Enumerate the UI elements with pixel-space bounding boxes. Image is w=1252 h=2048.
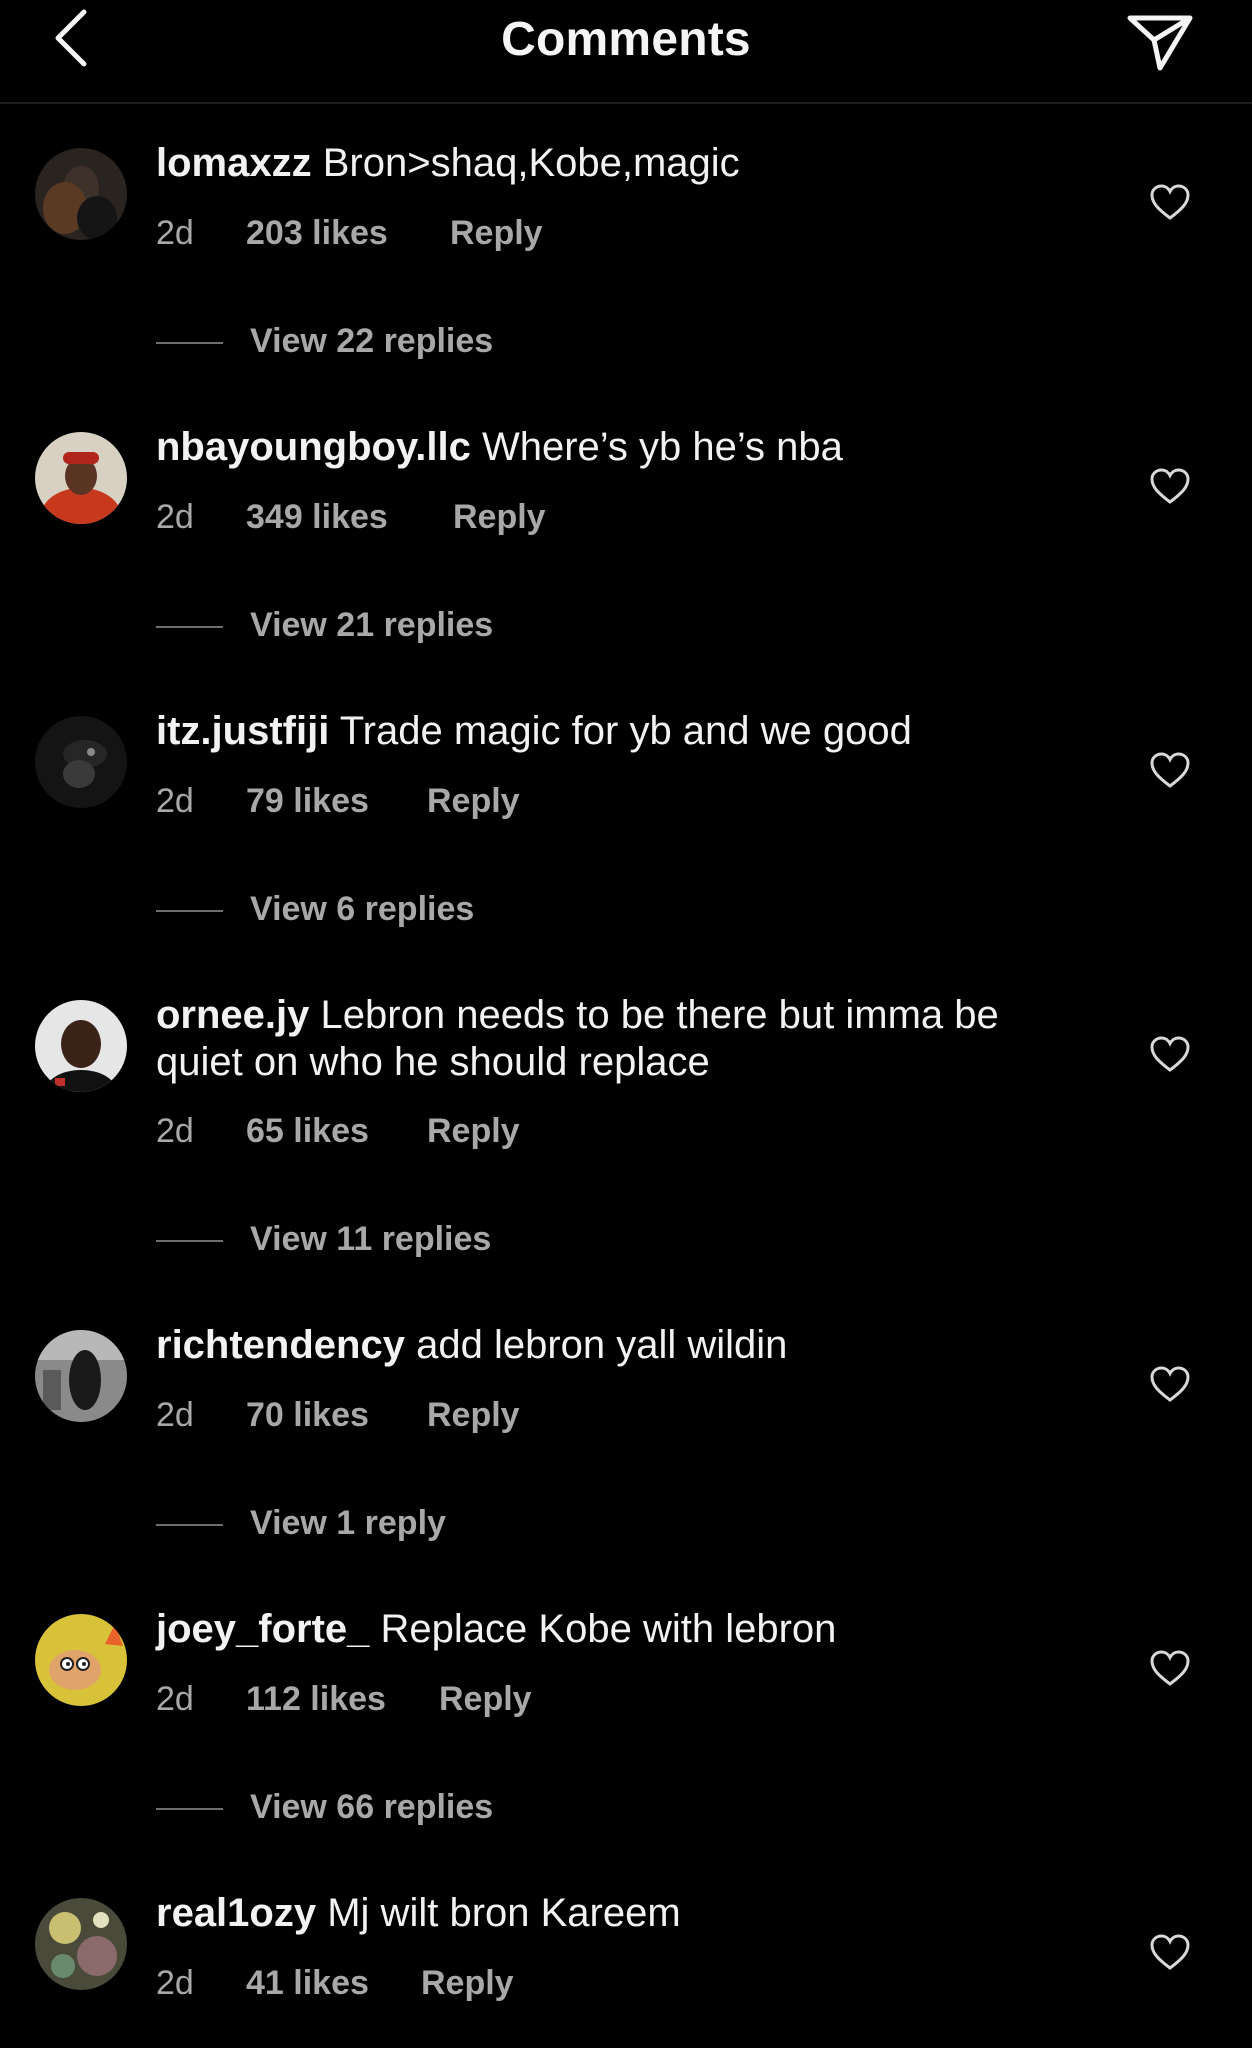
replies-divider (156, 626, 223, 628)
heart-icon[interactable] (1148, 1364, 1192, 1404)
comment-text: lomaxzz Bron>shaq,Kobe,magic (156, 140, 1056, 187)
view-replies-label: View 21 replies (250, 606, 494, 644)
comment-username[interactable]: itz.justfiji (156, 709, 329, 753)
comment-text: itz.justfiji Trade magic for yb and we g… (156, 708, 1056, 755)
share-button[interactable] (1126, 10, 1194, 74)
likes-count[interactable]: 41 likes (246, 1964, 369, 2003)
avatar[interactable] (35, 1898, 127, 1990)
comment-item: nbayoungboy.llc Where’s yb he’s nba 2d 3… (0, 425, 1252, 716)
comment-item: joey_forte_ Replace Kobe with lebron 2d … (0, 1607, 1252, 1898)
comment-body: Mj wilt bron Kareem (327, 1891, 681, 1935)
comment-username[interactable]: ornee.jy (156, 993, 309, 1037)
heart-icon[interactable] (1148, 1034, 1192, 1074)
likes-count[interactable]: 70 likes (246, 1396, 369, 1435)
view-replies-label: View 6 replies (250, 890, 475, 928)
comment-text: nbayoungboy.llc Where’s yb he’s nba (156, 424, 1056, 471)
comment-username[interactable]: nbayoungboy.llc (156, 425, 471, 469)
comment-body: Bron>shaq,Kobe,magic (322, 141, 740, 185)
comment-username[interactable]: real1ozy (156, 1891, 316, 1935)
avatar[interactable] (35, 716, 127, 808)
comment-time: 2d (156, 214, 194, 252)
reply-button[interactable]: Reply (453, 498, 546, 537)
header-bar: Comments (0, 0, 1252, 104)
replies-divider (156, 1240, 223, 1242)
comment-time: 2d (156, 1680, 194, 1718)
comment-username[interactable]: richtendency (156, 1323, 405, 1367)
view-replies-label: View 1 reply (250, 1504, 446, 1542)
comment-item: lomaxzz Bron>shaq,Kobe,magic 2d 203 like… (0, 141, 1252, 432)
replies-divider (156, 910, 223, 912)
likes-count[interactable]: 112 likes (246, 1680, 386, 1719)
view-replies-label: View 11 replies (250, 1220, 492, 1258)
avatar[interactable] (35, 148, 127, 240)
heart-icon[interactable] (1148, 466, 1192, 506)
likes-count[interactable]: 65 likes (246, 1112, 369, 1151)
heart-icon[interactable] (1148, 1648, 1192, 1688)
avatar[interactable] (35, 1330, 127, 1422)
comment-item: richtendency add lebron yall wildin 2d 7… (0, 1323, 1252, 1614)
comment-time: 2d (156, 1396, 194, 1434)
comment-text: real1ozy Mj wilt bron Kareem (156, 1890, 1056, 1937)
comment-username[interactable]: lomaxzz (156, 141, 312, 185)
comment-time: 2d (156, 782, 194, 820)
likes-count[interactable]: 79 likes (246, 782, 369, 821)
comment-body: Where’s yb he’s nba (481, 425, 843, 469)
likes-count[interactable]: 349 likes (246, 498, 388, 537)
avatar[interactable] (35, 432, 127, 524)
reply-button[interactable]: Reply (450, 214, 543, 253)
replies-divider (156, 1808, 223, 1810)
comment-body: Replace Kobe with lebron (380, 1607, 837, 1651)
reply-button[interactable]: Reply (427, 1112, 520, 1151)
paper-plane-icon (1127, 15, 1193, 71)
view-replies-label: View 66 replies (250, 1788, 494, 1826)
replies-divider (156, 1524, 223, 1526)
comment-time: 2d (156, 498, 194, 536)
comment-text: richtendency add lebron yall wildin (156, 1322, 1056, 1369)
reply-button[interactable]: Reply (427, 1396, 520, 1435)
avatar[interactable] (35, 1000, 127, 1092)
heart-icon[interactable] (1148, 1932, 1192, 1972)
page-title: Comments (501, 13, 751, 66)
comment-body: add lebron yall wildin (416, 1323, 788, 1367)
comment-item: itz.justfiji Trade magic for yb and we g… (0, 709, 1252, 1000)
reply-button[interactable]: Reply (427, 782, 520, 821)
heart-icon[interactable] (1148, 750, 1192, 790)
comment-text: joey_forte_ Replace Kobe with lebron (156, 1606, 1056, 1653)
comment-item: ornee.jy Lebron needs to be there but im… (0, 993, 1252, 1340)
comment-username[interactable]: joey_forte_ (156, 1607, 369, 1651)
avatar[interactable] (35, 1614, 127, 1706)
heart-icon[interactable] (1148, 182, 1192, 222)
comment-body: Trade magic for yb and we good (339, 709, 912, 753)
comment-time: 2d (156, 1112, 194, 1150)
reply-button[interactable]: Reply (421, 1964, 514, 2003)
comment-item: real1ozy Mj wilt bron Kareem 2d 41 likes… (0, 1891, 1252, 2048)
reply-button[interactable]: Reply (439, 1680, 532, 1719)
likes-count[interactable]: 203 likes (246, 214, 388, 253)
replies-divider (156, 342, 223, 344)
comment-text: ornee.jy Lebron needs to be there but im… (156, 992, 1056, 1086)
comment-time: 2d (156, 1964, 194, 2002)
view-replies-label: View 22 replies (250, 322, 494, 360)
